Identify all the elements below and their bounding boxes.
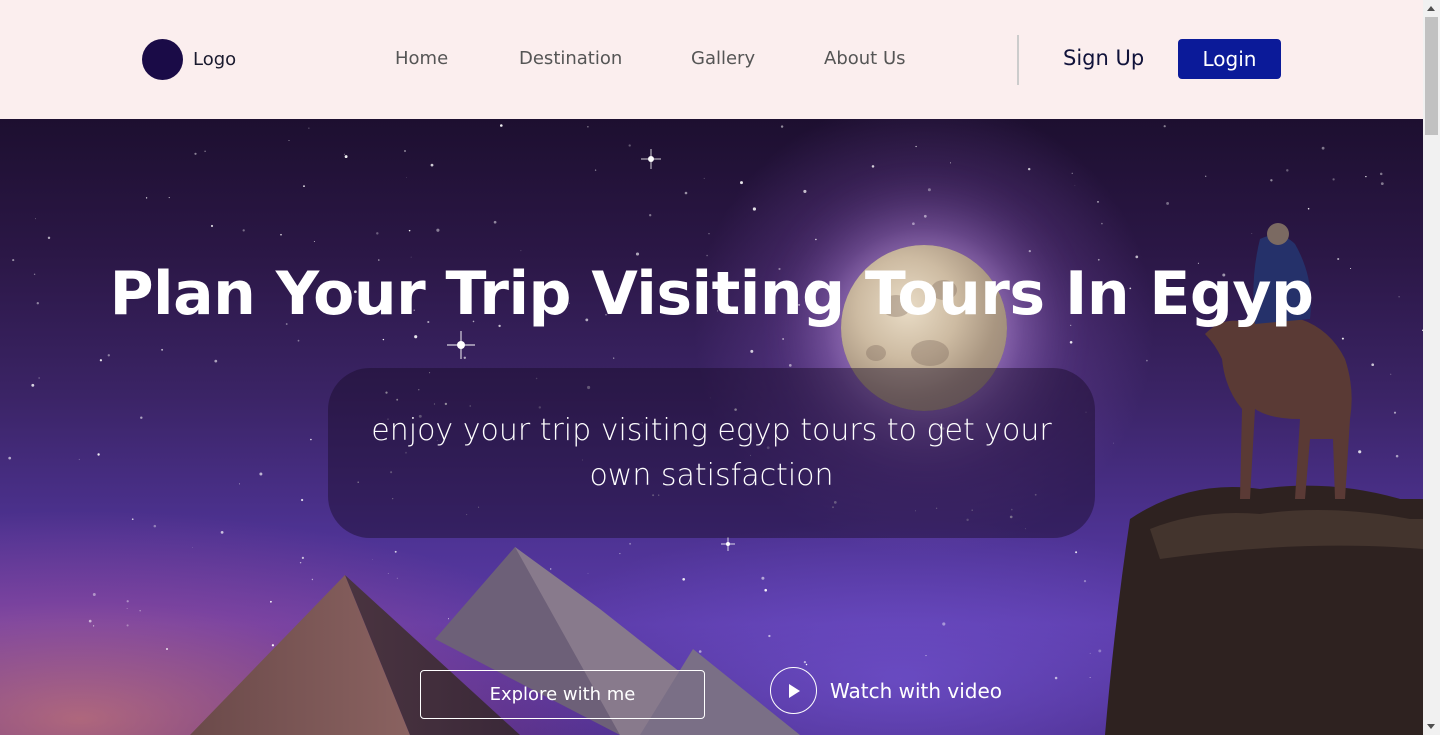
nav-item-gallery[interactable]: Gallery xyxy=(691,48,755,69)
explore-button[interactable]: Explore with me xyxy=(420,670,705,719)
watch-video-button[interactable]: Watch with video xyxy=(770,667,1002,714)
logo-text: Logo xyxy=(193,49,237,70)
watch-video-label: Watch with video xyxy=(830,678,1003,703)
hero-section: Plan Your Trip Visiting Tours In Egyp en… xyxy=(0,119,1423,735)
play-icon[interactable] xyxy=(770,667,817,714)
logo-circle-icon xyxy=(142,39,183,80)
nav-item-about-us[interactable]: About Us xyxy=(824,48,906,69)
login-button[interactable]: Login xyxy=(1178,39,1281,79)
hero-subtitle: enjoy your trip visiting egyp tours to g… xyxy=(371,413,1052,493)
signup-link[interactable]: Sign Up xyxy=(1063,46,1144,70)
nav-item-home[interactable]: Home xyxy=(395,48,448,69)
scrollbar-thumb[interactable] xyxy=(1425,17,1438,135)
hero-title: Plan Your Trip Visiting Tours In Egyp xyxy=(109,259,1314,329)
nav-item-destination[interactable]: Destination xyxy=(519,48,622,69)
scroll-down-arrow-icon[interactable] xyxy=(1427,724,1435,729)
scroll-up-arrow-icon[interactable] xyxy=(1427,6,1435,11)
top-navbar: Logo Home Destination Gallery About Us S… xyxy=(0,0,1423,119)
hero-subtitle-box: enjoy your trip visiting egyp tours to g… xyxy=(328,368,1095,538)
vertical-scrollbar[interactable] xyxy=(1423,0,1440,735)
nav-divider xyxy=(1017,35,1019,85)
logo[interactable]: Logo xyxy=(142,39,236,80)
